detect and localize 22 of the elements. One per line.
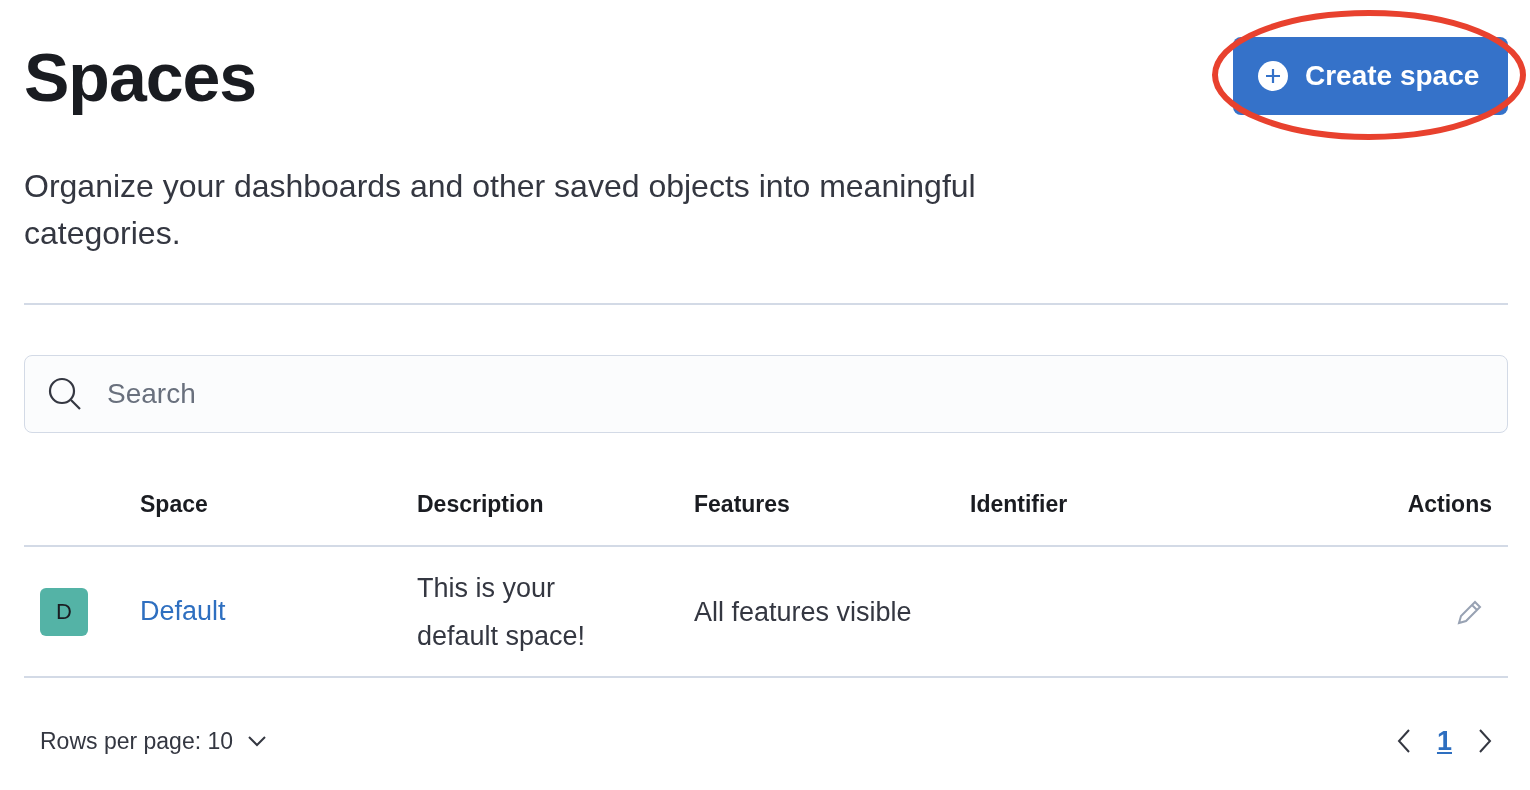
page-button[interactable]: 1 bbox=[1436, 725, 1452, 757]
table-cell-text: This is your default space! bbox=[417, 571, 587, 653]
space-link[interactable]: Default bbox=[140, 596, 226, 626]
chevron-down-icon bbox=[247, 735, 268, 747]
column-header: Space bbox=[140, 491, 209, 518]
column-header: Actions bbox=[1406, 491, 1493, 518]
rows-per-page-button[interactable]: Rows per page: 10 bbox=[40, 727, 268, 755]
search-icon bbox=[47, 376, 83, 412]
search-bar[interactable]: Search bbox=[24, 355, 1508, 433]
previous-page-button[interactable] bbox=[1396, 728, 1411, 754]
column-header: Identifier bbox=[970, 491, 1069, 518]
chevron-left-icon bbox=[1396, 728, 1411, 754]
next-page-button[interactable] bbox=[1478, 728, 1492, 754]
chevron-right-icon bbox=[1478, 728, 1492, 754]
space-avatar: D bbox=[40, 587, 88, 636]
column-header: Description bbox=[417, 491, 545, 518]
plus-circle-icon bbox=[1257, 60, 1289, 92]
search-input[interactable]: Search bbox=[105, 377, 1485, 411]
column-header: Features bbox=[694, 491, 791, 518]
page-description: Organize your dashboards and other saved objects into meaningful categories. bbox=[24, 167, 977, 253]
create-space-button[interactable]: Create space bbox=[1233, 37, 1508, 115]
table-cell-text: All features visible bbox=[694, 595, 913, 629]
